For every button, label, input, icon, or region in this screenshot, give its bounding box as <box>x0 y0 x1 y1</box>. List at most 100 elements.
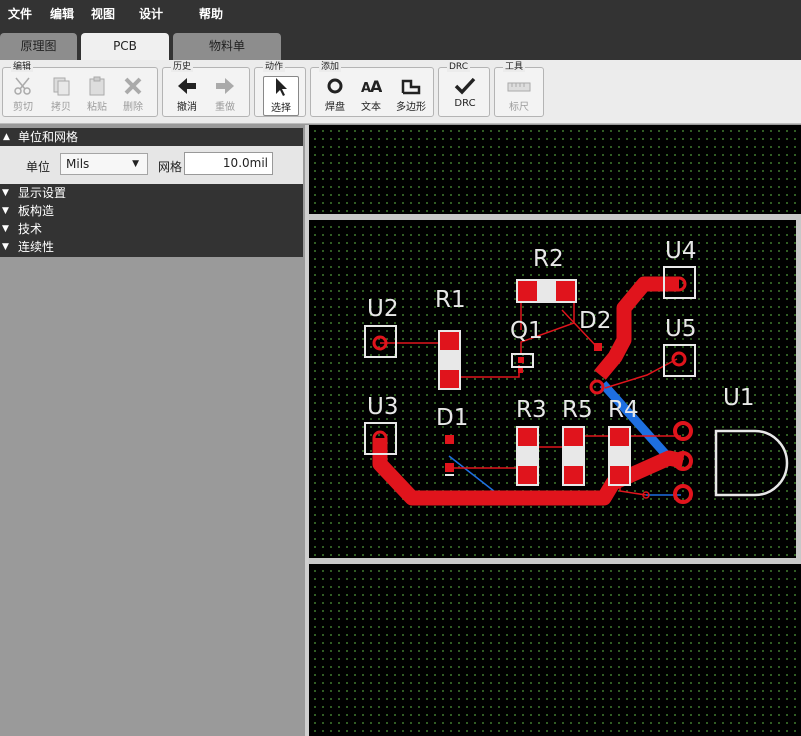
drc-group-label: DRC <box>447 62 471 72</box>
r2-pad[interactable] <box>518 281 537 301</box>
undo-label: 撤消 <box>177 102 197 113</box>
select-label: 选择 <box>271 103 291 114</box>
menu-bar: 文件 编辑 视图 设计 帮助 <box>0 0 801 27</box>
r4-label: R4 <box>608 397 639 423</box>
menu-view[interactable]: 视图 <box>91 5 115 22</box>
section-label: 连续性 <box>18 240 55 254</box>
cut-button[interactable]: 剪切 <box>5 76 41 116</box>
paste-icon <box>89 76 105 96</box>
chevron-down-icon: ▼ <box>2 242 9 252</box>
d1-pad[interactable] <box>445 463 454 472</box>
tab-pcb[interactable]: PCB <box>81 33 169 60</box>
grid-input[interactable]: 10.0mil <box>184 152 273 175</box>
scissors-icon <box>14 77 31 95</box>
svg-text:A: A <box>370 77 382 96</box>
edit-group-label: 编辑 <box>11 62 34 72</box>
redo-button[interactable]: 重做 <box>207 76 243 116</box>
menu-design[interactable]: 设计 <box>139 5 163 22</box>
drc-group: DRC DRC <box>438 62 490 117</box>
delete-button[interactable]: 删除 <box>115 76 151 116</box>
section-label: 显示设置 <box>18 186 67 200</box>
tab-bom[interactable]: 物料单 <box>173 33 281 60</box>
pcb-layout[interactable]: U2 U3 U4 U5 U1 R1 R2 Q1 D2 D1 R3 R5 R4 <box>309 125 801 736</box>
copy-label: 拷贝 <box>51 102 71 113</box>
delete-x-icon <box>124 77 142 95</box>
r2-label: R2 <box>533 246 564 272</box>
tab-schematic[interactable]: 原理图 <box>0 33 77 60</box>
ruler-icon <box>507 82 531 92</box>
u1-pad[interactable] <box>673 484 693 504</box>
pad-label: 焊盘 <box>325 102 345 113</box>
u5-outline <box>663 344 696 377</box>
units-label: 单位 <box>26 160 51 174</box>
polygon-icon <box>401 79 421 95</box>
u1-pad[interactable] <box>673 421 693 441</box>
units-select[interactable]: Mils ▼ <box>60 153 148 175</box>
drc-button[interactable]: DRC <box>447 76 483 116</box>
d1-marker <box>445 474 454 476</box>
polygon-button[interactable]: 多边形 <box>393 76 429 116</box>
properties-panel: ▲ 单位和网格 单位 Mils ▼ 网格 10.0mil ▼ 显示设置 ▼ 板构造 … <box>0 125 305 736</box>
undo-button[interactable]: 撤消 <box>169 76 205 116</box>
section-technology[interactable]: ▼ 技术 <box>2 220 43 238</box>
q1-pad[interactable] <box>518 357 524 363</box>
history-group-label: 历史 <box>171 62 194 72</box>
delete-label: 删除 <box>123 102 143 113</box>
r4-pad[interactable] <box>610 466 629 484</box>
r4-pad[interactable] <box>610 428 629 446</box>
chevron-down-icon: ▼ <box>2 188 9 198</box>
units-value: Mils <box>66 157 90 171</box>
section-display-settings[interactable]: ▼ 显示设置 <box>2 184 67 202</box>
text-label: 文本 <box>361 102 381 113</box>
pad-circle-icon <box>327 78 343 94</box>
d1-pad[interactable] <box>445 435 454 444</box>
toolbar: 编辑 剪切 拷贝 粘贴 删除 历史 撤消 重做 动作 选择 添加 焊盘 A A … <box>0 60 801 124</box>
r3-pad[interactable] <box>518 428 537 446</box>
r2-pad[interactable] <box>556 281 575 301</box>
text-button[interactable]: A A 文本 <box>353 76 389 116</box>
units-grid-row: 单位 Mils ▼ 网格 10.0mil <box>0 146 303 184</box>
history-group: 历史 撤消 重做 <box>162 62 250 117</box>
menu-edit[interactable]: 编辑 <box>50 5 74 22</box>
text-aa-icon: A A <box>361 77 382 96</box>
u1-label: U1 <box>723 385 754 411</box>
u2-outline <box>364 325 397 358</box>
drc-label: DRC <box>454 98 476 109</box>
ruler-button[interactable]: 标尺 <box>501 76 537 116</box>
u5-pad[interactable] <box>671 351 687 367</box>
pcb-canvas[interactable]: U2 U3 U4 U5 U1 R1 R2 Q1 D2 D1 R3 R5 R4 <box>309 125 801 736</box>
r1-label: R1 <box>435 287 466 313</box>
u4-label: U4 <box>665 238 696 264</box>
menu-help[interactable]: 帮助 <box>199 5 223 22</box>
d1-label: D1 <box>436 405 468 431</box>
section-label: 板构造 <box>18 204 55 218</box>
u1-outline <box>714 429 789 497</box>
grid-label: 网格 <box>158 160 183 174</box>
units-grid-header[interactable]: ▲ 单位和网格 <box>0 128 303 146</box>
pad-button[interactable]: 焊盘 <box>317 76 353 116</box>
section-label: 技术 <box>18 222 43 236</box>
units-grid-title: 单位和网格 <box>18 130 79 144</box>
copy-button[interactable]: 拷贝 <box>43 76 79 116</box>
paste-button[interactable]: 粘贴 <box>79 76 115 116</box>
r5-pad[interactable] <box>564 466 583 484</box>
r3-label: R3 <box>516 397 547 423</box>
r5-pad[interactable] <box>564 428 583 446</box>
checkmark-icon <box>454 77 476 95</box>
tools-group-label: 工具 <box>503 62 526 72</box>
polygon-label: 多边形 <box>396 102 426 113</box>
paste-label: 粘贴 <box>87 102 107 113</box>
collapsed-sections: ▼ 显示设置 ▼ 板构造 ▼ 技术 ▼ 连续性 <box>0 184 303 257</box>
u5-label: U5 <box>665 316 696 342</box>
menu-file[interactable]: 文件 <box>8 5 32 22</box>
r1-pad[interactable] <box>440 370 459 388</box>
r1-pad[interactable] <box>440 332 459 350</box>
section-board-stackup[interactable]: ▼ 板构造 <box>2 202 55 220</box>
q1-pad[interactable] <box>518 368 523 373</box>
r5-label: R5 <box>562 397 593 423</box>
select-button[interactable]: 选择 <box>263 76 299 116</box>
section-continuity[interactable]: ▼ 连续性 <box>2 238 55 256</box>
d2-pad[interactable] <box>594 343 602 351</box>
r3-pad[interactable] <box>518 466 537 484</box>
cut-label: 剪切 <box>13 102 33 113</box>
